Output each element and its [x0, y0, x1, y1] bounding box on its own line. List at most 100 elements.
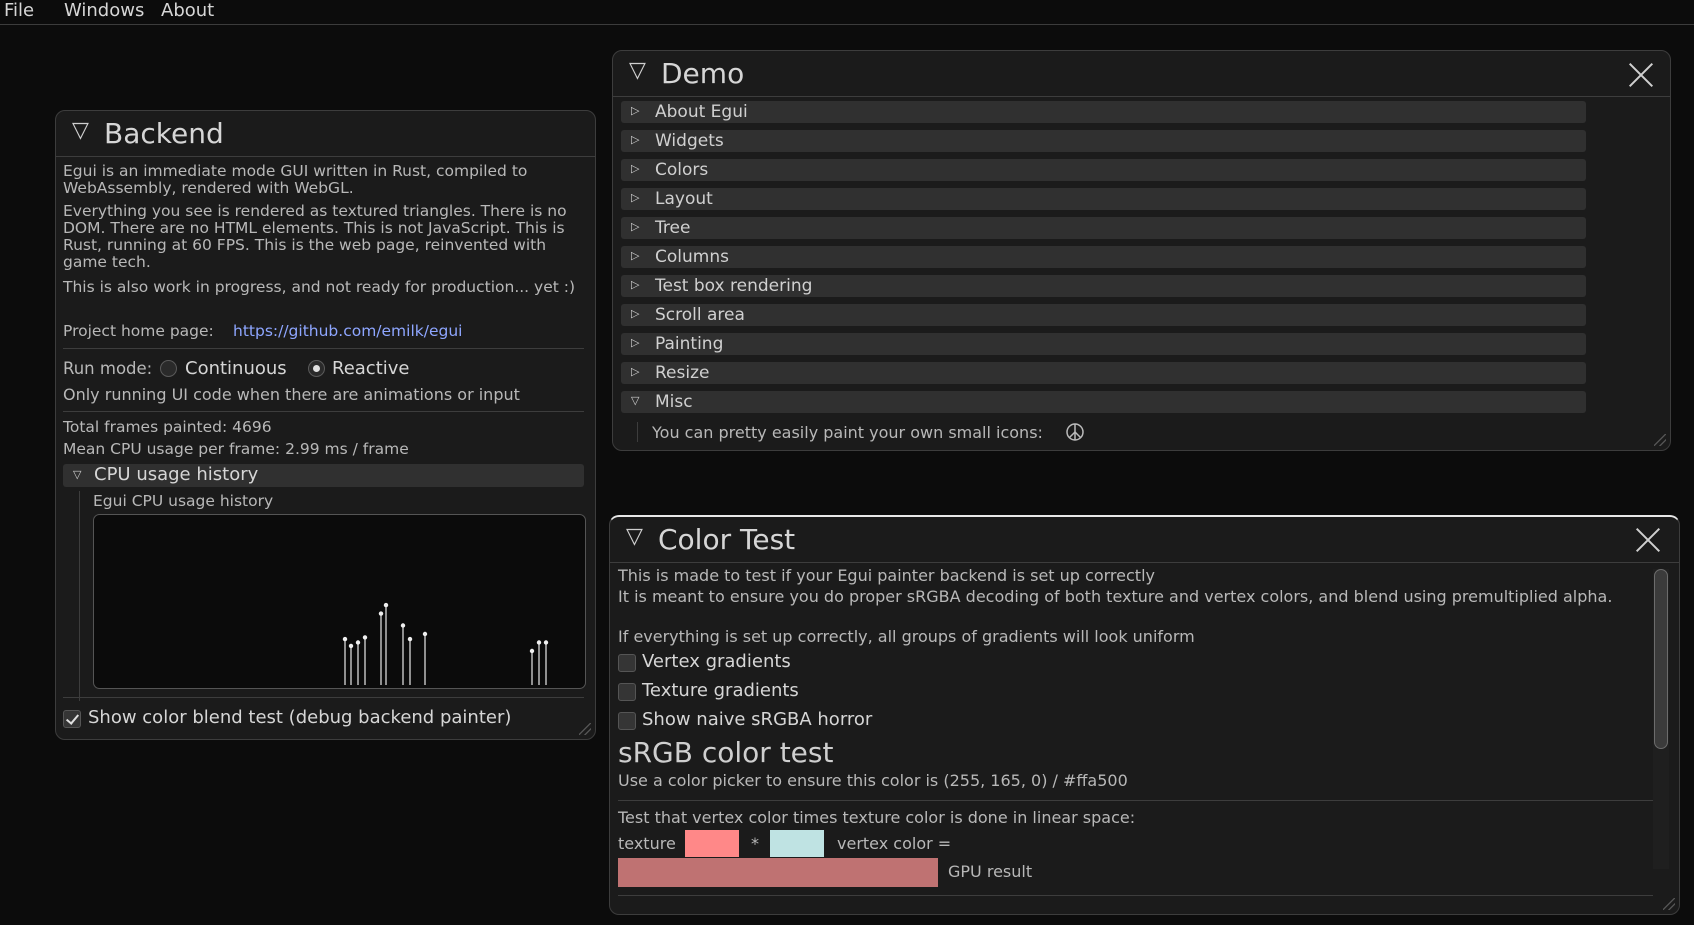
cpu-history-label: Egui CPU usage history — [93, 492, 274, 510]
demo-item-widgets[interactable]: ▷ Widgets — [621, 130, 1586, 152]
demo-item-about-egui[interactable]: ▷ About Egui — [621, 101, 1586, 123]
run-mode-label: Run mode: — [63, 359, 153, 378]
vertex-gradients-label[interactable]: Vertex gradients — [642, 652, 791, 672]
gpu-result-swatch — [618, 858, 938, 887]
demo-item-columns[interactable]: ▷ Columns — [621, 246, 1586, 268]
divider — [618, 895, 1653, 896]
cpu-history-plot — [93, 514, 586, 689]
linear-note: Test that vertex color times texture col… — [618, 808, 1136, 827]
cpu-history-point — [422, 631, 428, 637]
color-test-window: ▽ Color Test This is made to test if you… — [609, 515, 1680, 915]
cpu-history-point — [529, 648, 535, 654]
collapsed-triangle-icon: ▷ — [631, 307, 640, 320]
expanded-triangle-icon: ▽ — [631, 394, 640, 407]
cpu-history-point — [348, 643, 354, 649]
naive-srgba-checkbox[interactable] — [618, 712, 636, 730]
collapsed-triangle-icon: ▷ — [631, 133, 640, 146]
show-color-blend-label[interactable]: Show color blend test (debug backend pai… — [88, 708, 511, 728]
collapse-triangle-icon[interactable]: ▽ — [72, 118, 89, 143]
collapsed-triangle-icon: ▷ — [631, 365, 640, 378]
resize-grip[interactable] — [579, 723, 591, 735]
menu-bar: File Windows About — [0, 0, 1694, 25]
scrollbar-thumb[interactable] — [1654, 569, 1668, 749]
peace-icon — [1066, 423, 1084, 441]
frames-painted: Total frames painted: 4696 — [63, 418, 272, 436]
demo-item-label: Resize — [655, 363, 710, 383]
srgb-heading: sRGB color test — [618, 736, 834, 769]
demo-item-colors[interactable]: ▷ Colors — [621, 159, 1586, 181]
texture-swatch — [685, 830, 739, 857]
texture-gradients-checkbox[interactable] — [618, 683, 636, 701]
collapse-triangle-icon[interactable]: ▽ — [629, 58, 646, 83]
scrollbar-track[interactable] — [1653, 569, 1669, 869]
naive-srgba-label[interactable]: Show naive sRGBA horror — [642, 710, 872, 730]
cpu-history-header-label: CPU usage history — [94, 464, 259, 485]
window-title: Backend — [104, 117, 224, 150]
collapse-triangle-icon[interactable]: ▽ — [626, 524, 643, 549]
srgba-note: It is meant to ensure you do proper sRGB… — [618, 587, 1613, 606]
intro-line: This is made to test if your Egui painte… — [618, 566, 1155, 585]
close-icon[interactable] — [1628, 62, 1654, 88]
cpu-history-point — [536, 640, 542, 645]
menu-file[interactable]: File — [4, 0, 34, 22]
demo-item-test-box-rendering[interactable]: ▷ Test box rendering — [621, 275, 1586, 297]
cpu-history-header[interactable]: ▽ CPU usage history — [63, 464, 584, 487]
demo-item-label: Tree — [655, 218, 691, 238]
times-sign: * — [751, 834, 759, 853]
demo-item-label: About Egui — [655, 102, 748, 122]
demo-item-label: Painting — [655, 334, 724, 354]
demo-item-label: Scroll area — [655, 305, 745, 325]
indent-line — [637, 422, 638, 442]
demo-item-misc[interactable]: ▽ Misc — [621, 391, 1586, 413]
collapsed-triangle-icon: ▷ — [631, 220, 640, 233]
demo-item-scroll-area[interactable]: ▷ Scroll area — [621, 304, 1586, 326]
divider — [63, 348, 584, 349]
cpu-history-point — [342, 636, 348, 642]
color-test-title-bar[interactable]: ▽ Color Test — [610, 517, 1679, 563]
show-color-blend-checkbox[interactable] — [63, 710, 81, 728]
gpu-result-label: GPU result — [948, 862, 1033, 881]
picker-note: Use a color picker to ensure this color … — [618, 771, 1128, 790]
uniform-note: If everything is set up correctly, all g… — [618, 627, 1195, 646]
texture-label: texture — [618, 834, 676, 853]
close-icon[interactable] — [1635, 527, 1661, 553]
run-mode-note: Only running UI code when there are anim… — [63, 385, 520, 404]
demo-item-label: Test box rendering — [655, 276, 813, 296]
menu-about[interactable]: About — [161, 0, 214, 22]
home-page-link[interactable]: https://github.com/emilk/egui — [233, 323, 462, 340]
collapsed-triangle-icon: ▷ — [631, 249, 640, 262]
demo-item-label: Colors — [655, 160, 709, 180]
demo-title-bar[interactable]: ▽ Demo — [613, 51, 1670, 97]
radio-reactive-label[interactable]: Reactive — [332, 359, 409, 379]
radio-continuous-label[interactable]: Continuous — [185, 359, 287, 379]
indent-line — [79, 491, 80, 701]
home-page-label: Project home page: — [63, 322, 214, 340]
collapsed-triangle-icon: ▷ — [631, 104, 640, 117]
backend-title-bar[interactable]: ▽ Backend — [56, 111, 595, 157]
resize-grip[interactable] — [1654, 434, 1666, 446]
demo-item-label: Layout — [655, 189, 713, 209]
demo-item-layout[interactable]: ▷ Layout — [621, 188, 1586, 210]
cpu-history-point — [383, 602, 389, 608]
demo-item-painting[interactable]: ▷ Painting — [621, 333, 1586, 355]
radio-reactive[interactable] — [308, 360, 325, 377]
vertex-swatch — [770, 830, 824, 857]
vertex-label: vertex color = — [837, 834, 952, 853]
resize-grip[interactable] — [1663, 898, 1675, 910]
cpu-usage: Mean CPU usage per frame: 2.99 ms / fram… — [63, 440, 409, 458]
wip-text: This is also work in progress, and not r… — [63, 278, 576, 296]
window-title: Demo — [661, 57, 745, 90]
demo-item-resize[interactable]: ▷ Resize — [621, 362, 1586, 384]
divider — [63, 697, 584, 698]
radio-continuous[interactable] — [160, 360, 177, 377]
collapsed-triangle-icon: ▷ — [631, 278, 640, 291]
texture-gradients-label[interactable]: Texture gradients — [642, 681, 799, 701]
collapsed-triangle-icon: ▷ — [631, 336, 640, 349]
cpu-history-point — [362, 635, 368, 640]
intro-text: Egui is an immediate mode GUI written in… — [63, 162, 528, 197]
expanded-triangle-icon: ▽ — [73, 468, 82, 481]
demo-item-tree[interactable]: ▷ Tree — [621, 217, 1586, 239]
menu-windows[interactable]: Windows — [64, 0, 144, 22]
window-title: Color Test — [658, 523, 796, 556]
vertex-gradients-checkbox[interactable] — [618, 654, 636, 672]
